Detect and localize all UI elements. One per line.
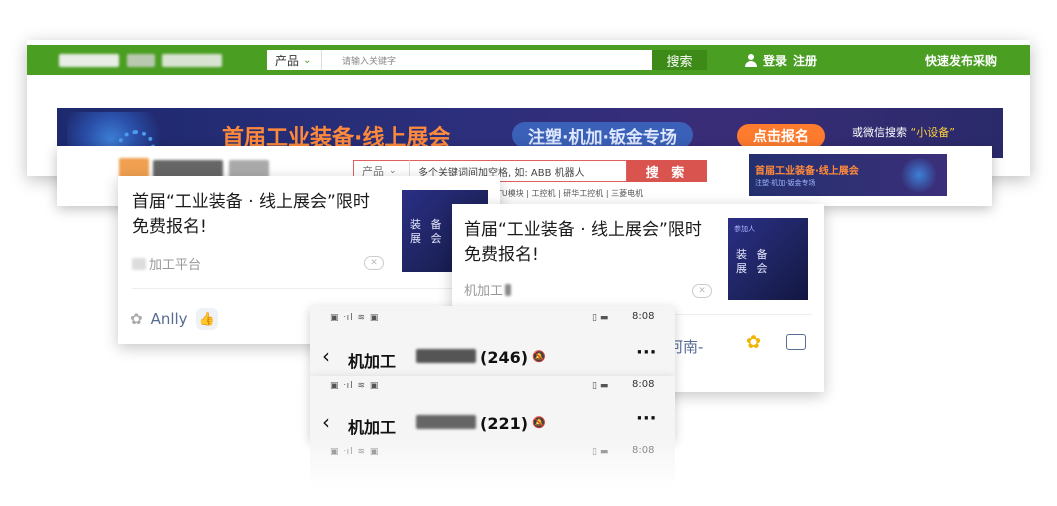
article-thumbnail[interactable]: 参加人 装 备 展 会 — [728, 218, 808, 300]
thumbnail-small-text: 参加人 — [734, 225, 755, 233]
status-time: 8:08 — [632, 379, 655, 390]
product-select-label: 产品 — [275, 53, 300, 68]
battery-icon: ▯ ▬ — [592, 313, 609, 323]
blurred-logo-part — [162, 54, 222, 67]
signal-icon: ▣ ᐧıl ≋ ▣ — [330, 313, 380, 323]
battery-icon: ▯ ▬ — [592, 381, 609, 391]
gear-decoration — [899, 158, 939, 192]
banner-register-button[interactable]: 点击报名 — [737, 124, 825, 148]
member-count: (246) — [480, 348, 529, 367]
banner-small-title: 首届工业装备·线上展会 — [755, 166, 859, 177]
author-row: ✿ Anlly 👍 — [130, 308, 218, 330]
status-bar: ▣ ᐧıl ≋ ▣ ▯ ▬ 8:08 — [310, 440, 675, 464]
blurred-text — [416, 415, 476, 429]
search-input[interactable]: 请输入关键字 — [322, 50, 652, 70]
source-label: 加工平台 — [149, 258, 202, 273]
dismiss-icon[interactable]: ✕ — [692, 284, 712, 298]
chat-name: 机加工 — [348, 418, 397, 437]
blurred-text — [416, 349, 476, 363]
banner-wechat-text: 或微信搜索 “小设备” — [852, 124, 955, 140]
mute-icon: 🔕 — [532, 350, 546, 363]
article-source: 加工平台 — [132, 254, 201, 273]
chat-name: 机加工 — [348, 352, 397, 371]
hot-words[interactable]: TU模块 | 工控机 | 研华工控机 | 三菱电机 — [497, 188, 643, 199]
phone-chat-screenshot-2: ▣ ᐧıl ≋ ▣ ▯ ▬ 8:08 ‹ 机加工 (221) 🔕 ··· — [310, 376, 675, 440]
signal-icon: ▣ ᐧıl ≋ ▣ — [330, 381, 380, 391]
blurred-logo — [59, 54, 119, 67]
chat-header: ‹ 机加工 (246) 🔕 ··· — [310, 336, 675, 376]
back-icon[interactable]: ‹ — [322, 410, 330, 434]
user-icon — [745, 54, 757, 67]
phone-chat-screenshot-3: ▣ ᐧıl ≋ ▣ ▯ ▬ 8:08 — [310, 440, 675, 488]
status-time: 8:08 — [632, 311, 655, 322]
chat-header: ‹ 机加工 (221) 🔕 ··· — [310, 402, 675, 442]
publish-purchase-link[interactable]: 快速发布采购 — [925, 52, 997, 69]
status-bar: ▣ ᐧıl ≋ ▣ ▯ ▬ 8:08 — [310, 306, 675, 330]
badge-icon: ✿ — [746, 332, 762, 353]
login-register: 登录 注册 — [745, 52, 817, 69]
author-name[interactable]: Anlly — [151, 310, 188, 328]
source-label: 机加工 — [464, 284, 504, 299]
status-time: 8:08 — [632, 445, 655, 456]
product-category-select[interactable]: 产品 ⌄ — [267, 50, 322, 70]
chevron-down-icon: ⌄ — [389, 166, 397, 176]
comment-icon[interactable] — [786, 334, 806, 350]
phone-chat-screenshot-1: ▣ ᐧıl ≋ ▣ ▯ ▬ 8:08 ‹ 机加工 (246) 🔕 ··· — [310, 306, 675, 376]
more-icon[interactable]: ··· — [636, 342, 657, 363]
thumbnail-text: 装 备 展 会 — [410, 218, 445, 245]
battery-icon: ▯ ▬ — [592, 447, 609, 457]
article-title[interactable]: 首届“工业装备 · 线上展会”限时免费报名! — [132, 190, 382, 240]
banner-small-subtitle: 注塑·机加·钣金专场 — [755, 179, 816, 187]
search-button[interactable]: 搜 索 — [627, 160, 707, 182]
more-icon[interactable]: ··· — [636, 408, 657, 429]
wechat-prefix: 或微信搜索 — [852, 126, 907, 139]
login-link[interactable]: 登录 — [763, 52, 787, 69]
article-source: 机加工 — [464, 280, 512, 299]
divider — [132, 288, 488, 289]
badge-icon: ✿ — [130, 310, 143, 328]
member-count: (221) — [480, 414, 529, 433]
wechat-keyword: “小设备” — [910, 126, 955, 139]
blurred-text — [132, 257, 146, 270]
banner-pill: 注塑·机加·钣金专场 — [512, 122, 693, 148]
like-icon[interactable]: 👍 — [195, 308, 218, 330]
mute-icon: 🔕 — [532, 416, 546, 429]
back-icon[interactable]: ‹ — [322, 344, 330, 368]
signal-icon: ▣ ᐧıl ≋ ▣ — [330, 447, 380, 457]
blurred-logo-part — [127, 54, 155, 67]
expo-banner-small[interactable]: 首届工业装备·线上展会 注塑·机加·钣金专场 — [749, 154, 947, 196]
blurred-text — [505, 283, 512, 296]
dismiss-icon[interactable]: ✕ — [364, 256, 384, 270]
status-bar: ▣ ᐧıl ≋ ▣ ▯ ▬ 8:08 — [310, 376, 675, 400]
article-title[interactable]: 首届“工业装备 · 线上展会”限时免费报名! — [464, 218, 714, 268]
chevron-down-icon: ⌄ — [303, 54, 312, 66]
top-nav-bar: 产品 ⌄ 请输入关键字 搜索 登录 注册 快速发布采购 — [27, 45, 1030, 75]
thumbnail-text: 装 备 展 会 — [736, 248, 771, 275]
search-button[interactable]: 搜索 — [652, 50, 707, 70]
register-link[interactable]: 注册 — [793, 52, 817, 69]
